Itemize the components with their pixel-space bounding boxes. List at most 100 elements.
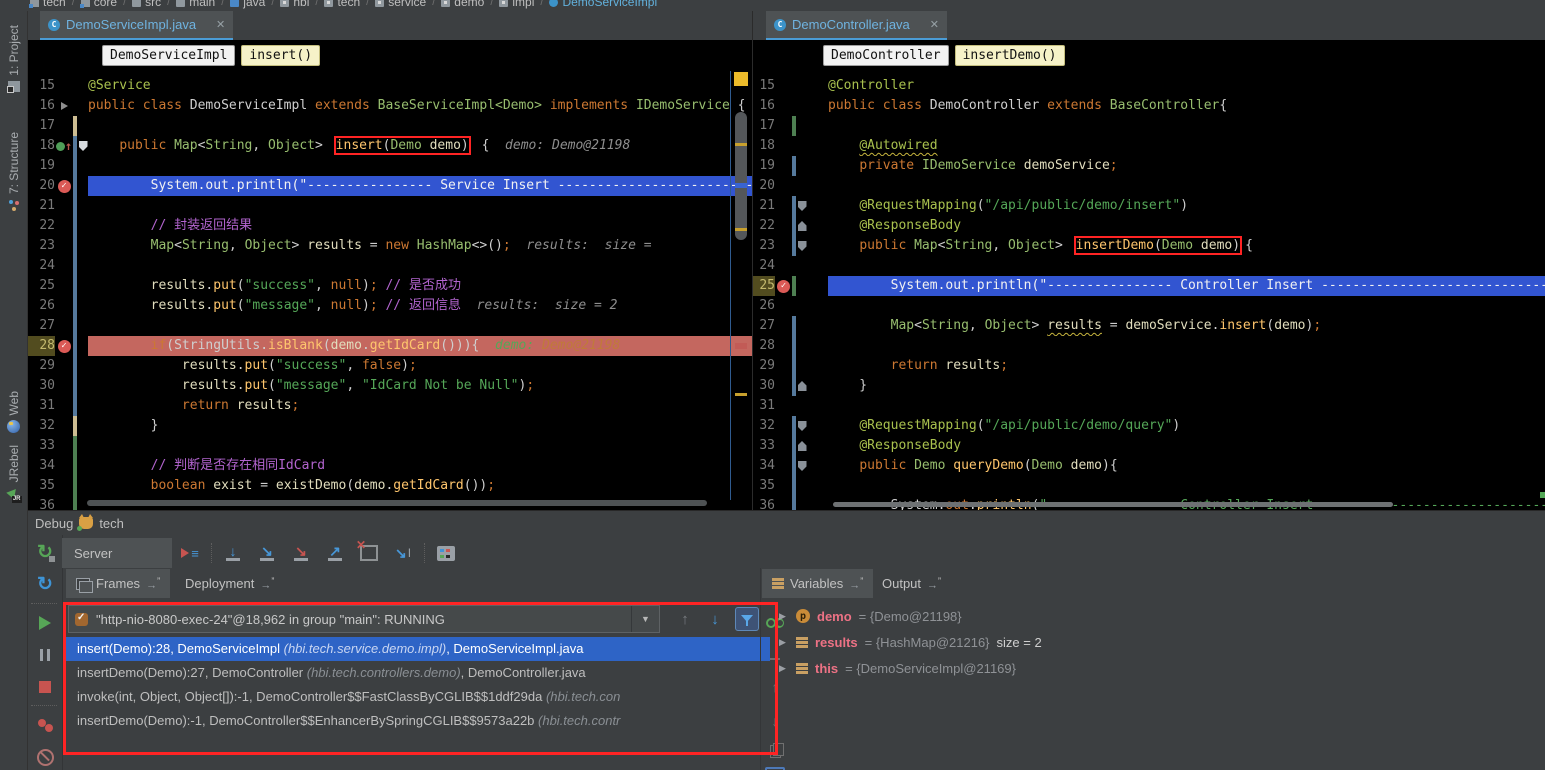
stop-button[interactable] xyxy=(33,675,57,699)
line-number[interactable]: 29 xyxy=(27,356,55,376)
gutter[interactable]: 30 xyxy=(27,376,88,396)
gutter[interactable]: 24 xyxy=(753,256,828,276)
gutter[interactable]: 16 xyxy=(27,96,88,116)
line-number[interactable]: 36 xyxy=(753,496,775,510)
gutter[interactable]: 35 xyxy=(27,476,88,496)
tab-variables[interactable]: Variables→ xyxy=(762,569,873,598)
resume-button[interactable] xyxy=(33,611,57,635)
code-text[interactable]: return results; xyxy=(88,396,752,416)
code-line[interactable]: 33 @ResponseBody xyxy=(753,436,1545,456)
line-number[interactable]: 22 xyxy=(753,216,775,236)
code-line[interactable]: 19 private IDemoService demoService; xyxy=(753,156,1545,176)
code-line[interactable]: 16public class DemoServiceImpl extends B… xyxy=(27,96,752,116)
run-to-cursor-button[interactable]: ↘I xyxy=(390,541,416,565)
method-chip[interactable]: insert() xyxy=(241,45,320,66)
code-text[interactable]: results.put("message", null); // 返回信息 re… xyxy=(88,296,752,316)
code-text[interactable] xyxy=(88,116,752,136)
gutter[interactable]: 17 xyxy=(753,116,828,136)
fold-marker-icon[interactable] xyxy=(798,461,807,471)
code-line[interactable]: 17 xyxy=(27,116,752,136)
line-number[interactable]: 20 xyxy=(27,176,55,196)
sidebar-item-project[interactable]: 1: Project xyxy=(0,25,27,92)
gutter[interactable]: 35 xyxy=(753,476,828,496)
code-line[interactable]: 15@Controller xyxy=(753,76,1545,96)
code-text[interactable]: @RequestMapping("/api/public/demo/insert… xyxy=(828,196,1545,216)
code-line[interactable]: 30 results.put("message", "IdCard Not be… xyxy=(27,376,752,396)
line-number[interactable]: 36 xyxy=(27,496,55,510)
line-number[interactable]: 27 xyxy=(27,316,55,336)
code-line[interactable]: 32 @RequestMapping("/api/public/demo/que… xyxy=(753,416,1545,436)
gutter[interactable]: 25✓ xyxy=(753,276,828,296)
frame-up-button[interactable]: ↑ xyxy=(673,607,697,631)
debug-header[interactable]: Debug tech xyxy=(27,511,1545,535)
show-execution-point-button[interactable]: ≡ xyxy=(177,541,203,565)
line-number[interactable]: 29 xyxy=(753,356,775,376)
code-text[interactable]: public Map<String, Object> insertDemo(De… xyxy=(828,236,1545,256)
gutter[interactable]: 15 xyxy=(753,76,828,96)
breadcrumb-item[interactable]: service xyxy=(375,0,426,9)
code-line[interactable]: 28✓ if(StringUtils.isBlank(demo.getIdCar… xyxy=(27,336,752,356)
copy-stack-button[interactable] xyxy=(763,740,787,762)
fold-marker-icon[interactable] xyxy=(798,381,807,391)
editor-scrollbar[interactable] xyxy=(733,70,750,510)
line-number[interactable]: 15 xyxy=(27,76,55,96)
line-number[interactable]: 28 xyxy=(753,336,775,356)
gutter[interactable]: 28✓ xyxy=(27,336,88,356)
line-number[interactable]: 22 xyxy=(27,216,55,236)
line-number[interactable]: 18 xyxy=(27,136,55,156)
line-number[interactable]: 18 xyxy=(753,136,775,156)
code-text[interactable]: @ResponseBody xyxy=(828,436,1545,456)
gutter[interactable]: 34 xyxy=(27,456,88,476)
gutter[interactable]: 27 xyxy=(753,316,828,336)
gutter[interactable]: 31 xyxy=(753,396,828,416)
fold-marker-icon[interactable] xyxy=(79,141,88,151)
code-text[interactable]: public class DemoController extends Base… xyxy=(828,96,1545,116)
gutter[interactable]: 17 xyxy=(27,116,88,136)
line-number[interactable]: 33 xyxy=(753,436,775,456)
line-number[interactable]: 16 xyxy=(753,96,775,116)
expand-icon[interactable]: ▶ xyxy=(779,611,789,622)
code-line[interactable]: 22 @ResponseBody xyxy=(753,216,1545,236)
stack-frames-list[interactable]: insert(Demo):28, DemoServiceImpl (hbi.te… xyxy=(66,637,770,747)
code-text[interactable]: System.out.println("---------------- Ser… xyxy=(88,176,752,196)
line-number[interactable]: 30 xyxy=(27,376,55,396)
gutter[interactable]: 29 xyxy=(27,356,88,376)
code-editor[interactable]: 15@Controller16 public class DemoControll… xyxy=(753,70,1545,510)
code-text[interactable] xyxy=(88,196,752,216)
tab-democontroller[interactable]: C DemoController.java ✕ xyxy=(766,11,947,40)
code-line[interactable]: 21 @RequestMapping("/api/public/demo/ins… xyxy=(753,196,1545,216)
sidebar-item-web[interactable]: Web xyxy=(0,391,27,433)
gutter[interactable]: 18 xyxy=(753,136,828,156)
line-number[interactable]: 30 xyxy=(753,376,775,396)
sidebar-item-jrebel[interactable]: JRebel JR xyxy=(0,445,27,501)
variable-row[interactable]: ▶pdemo = {Demo@21198} xyxy=(779,603,1519,629)
line-number[interactable]: 33 xyxy=(27,436,55,456)
code-line[interactable]: 31 return results; xyxy=(27,396,752,416)
code-line[interactable]: 29 return results; xyxy=(753,356,1545,376)
code-text[interactable]: return results; xyxy=(828,356,1545,376)
gutter[interactable]: 19 xyxy=(753,156,828,176)
fold-marker-icon[interactable] xyxy=(798,241,807,251)
drop-frame-button[interactable] xyxy=(356,541,382,565)
horizontal-scrollbar[interactable] xyxy=(833,502,1393,507)
breadcrumb-item[interactable]: impl xyxy=(499,0,534,9)
code-text[interactable]: // 封装返回结果 xyxy=(88,216,752,236)
line-number[interactable]: 19 xyxy=(753,156,775,176)
line-number[interactable]: 27 xyxy=(753,316,775,336)
code-text[interactable]: } xyxy=(828,376,1545,396)
horizontal-scrollbar[interactable] xyxy=(87,500,707,506)
gutter[interactable]: 34 xyxy=(753,456,828,476)
gutter[interactable]: 32 xyxy=(753,416,828,436)
code-line[interactable]: 29 results.put("success", false); xyxy=(27,356,752,376)
expand-icon[interactable]: ▶ xyxy=(779,663,789,674)
code-text[interactable]: Map<String, Object> results = new HashMa… xyxy=(88,236,752,256)
line-number[interactable]: 26 xyxy=(27,296,55,316)
method-chip[interactable]: insertDemo() xyxy=(955,45,1065,66)
code-line[interactable]: 35 xyxy=(753,476,1545,496)
code-line[interactable]: 27 xyxy=(27,316,752,336)
tab-output[interactable]: Output→ xyxy=(872,569,951,598)
gutter[interactable]: 20 xyxy=(753,176,828,196)
code-line[interactable]: 28 xyxy=(753,336,1545,356)
code-line[interactable]: 20 xyxy=(753,176,1545,196)
gutter[interactable]: 36 xyxy=(753,496,828,510)
